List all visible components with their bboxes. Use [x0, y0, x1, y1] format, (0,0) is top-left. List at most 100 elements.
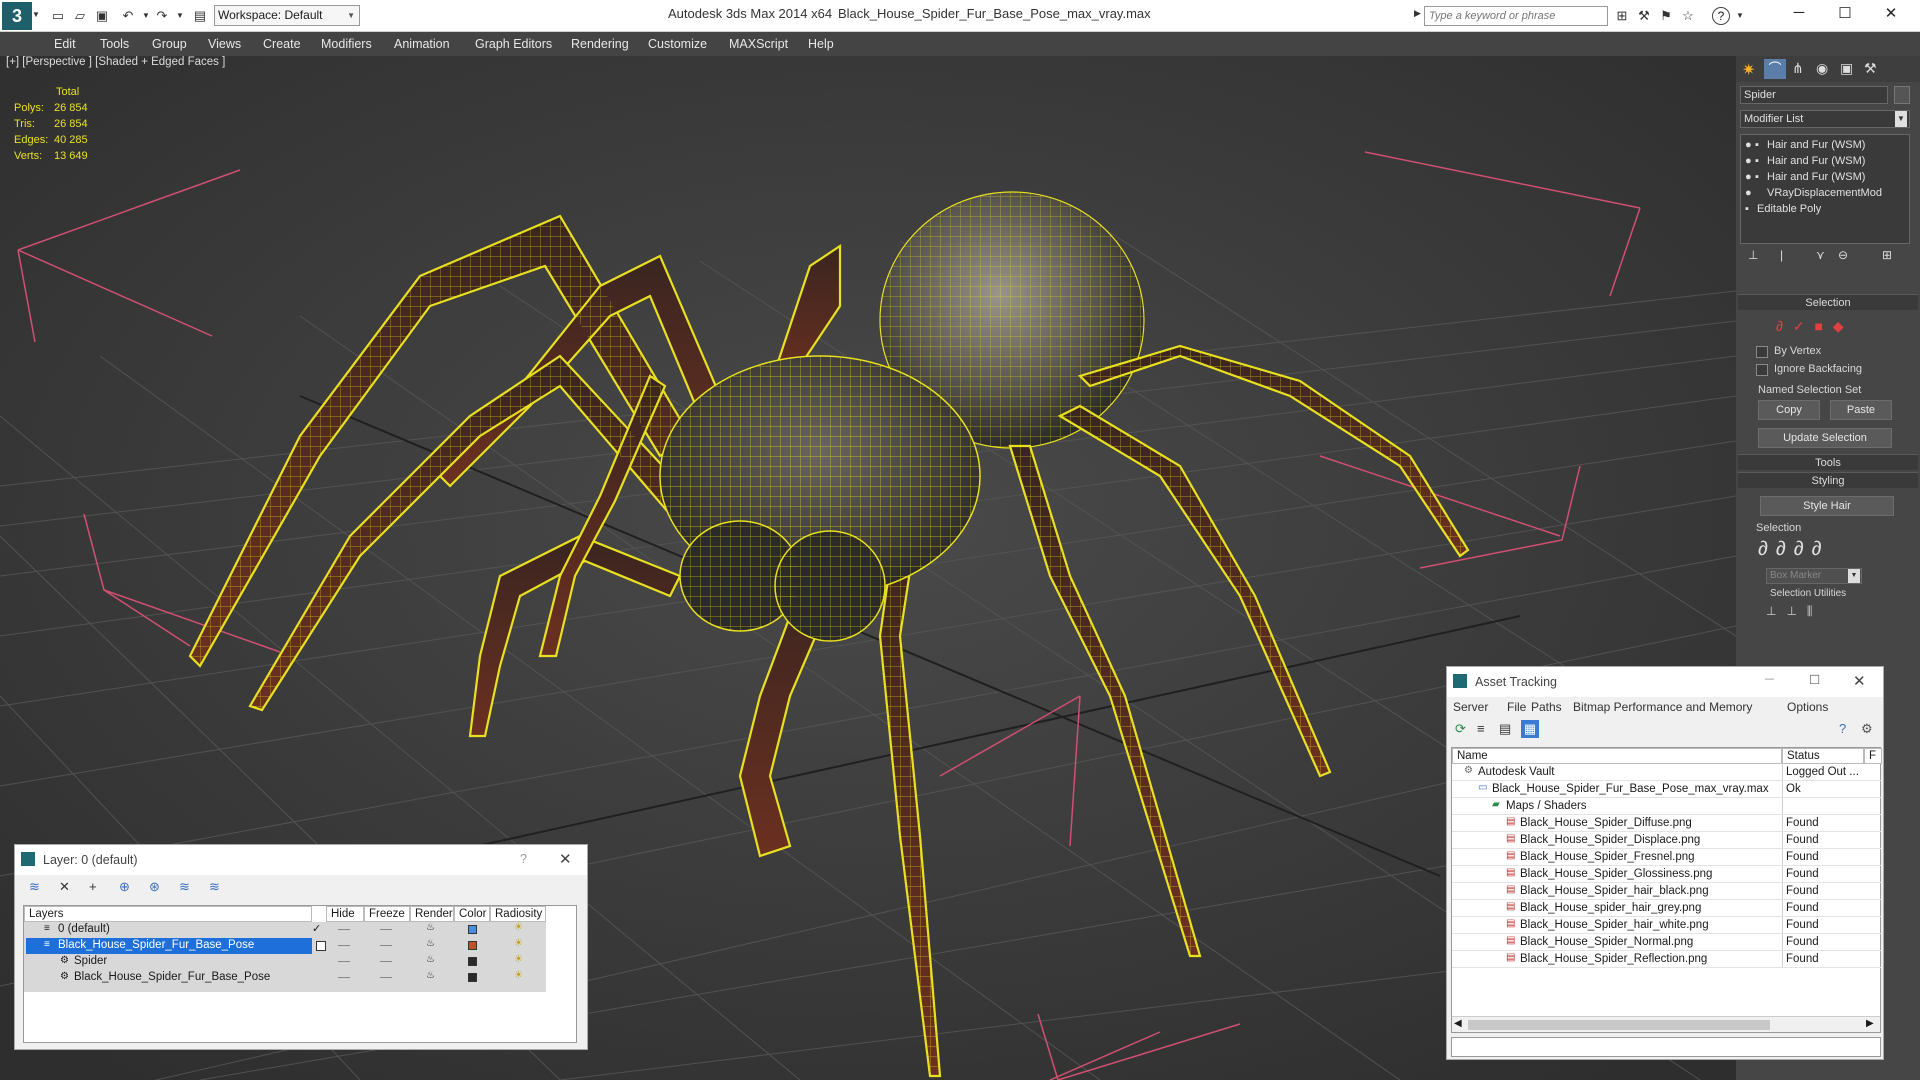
redo-icon[interactable]: ↷: [154, 8, 170, 24]
column-header-radiosity[interactable]: Radiosity: [490, 906, 546, 922]
menu-maxscript[interactable]: MAXScript: [729, 37, 788, 51]
make-unique-icon[interactable]: ⋎: [1816, 248, 1825, 262]
configure-sets-icon[interactable]: ⊞: [1882, 248, 1892, 262]
workspace-select[interactable]: Workspace: Default ▼: [214, 5, 360, 26]
column-header-status[interactable]: Status: [1782, 748, 1864, 764]
object-name-input[interactable]: [1740, 86, 1888, 104]
horizontal-scrollbar[interactable]: ◀ ▶: [1452, 1016, 1880, 1032]
asset-menu-bitmap[interactable]: Bitmap Performance and Memory: [1573, 700, 1752, 714]
hide-all-layers-icon[interactable]: ≋: [179, 879, 190, 895]
open-file-icon[interactable]: ▱: [72, 8, 88, 24]
modifier-stack-item[interactable]: ● VRayDisplacementMod: [1745, 187, 1882, 199]
rotate-selection-icon[interactable]: ⊥: [1786, 604, 1806, 618]
workspace-dropdown-button[interactable]: [344, 5, 360, 26]
menu-customize[interactable]: Customize: [648, 37, 707, 51]
freeze-toggle[interactable]: [380, 945, 392, 946]
expand-selection-icon[interactable]: ⫼: [1807, 604, 1823, 618]
menu-help[interactable]: Help: [808, 37, 834, 51]
object-color-swatch[interactable]: [1894, 86, 1910, 104]
create-layer-icon[interactable]: ≋: [29, 879, 40, 895]
style-hair-button[interactable]: Style Hair: [1760, 496, 1894, 516]
layer-color-swatch[interactable]: [468, 973, 477, 982]
asset-dialog-titlebar[interactable]: Asset Tracking ─ ☐ ✕: [1447, 667, 1883, 697]
invert-selection-icon[interactable]: ⊥: [1766, 604, 1786, 618]
subscription-icon[interactable]: ⚒: [1636, 8, 1652, 24]
help-icon[interactable]: ?: [520, 852, 527, 866]
hair-root-icon[interactable]: ◆: [1833, 318, 1844, 334]
refresh-icon[interactable]: ⟳: [1455, 721, 1466, 737]
radiosity-icon[interactable]: ☀: [514, 970, 523, 981]
hide-toggle[interactable]: [338, 977, 350, 978]
modifier-stack-item[interactable]: ● ▪ Hair and Fur (WSM): [1745, 155, 1865, 167]
table-row[interactable]: ▭ Black_House_Spider_Fur_Base_Pose_max_vr…: [1452, 781, 1882, 798]
help-icon[interactable]: ?: [1839, 721, 1846, 736]
table-row[interactable]: ▤ Black_House_Spider_Reflection.png Found: [1452, 951, 1882, 968]
tools-rollout-title[interactable]: Tools: [1738, 454, 1918, 470]
layer-color-swatch[interactable]: [468, 925, 477, 934]
table-row[interactable]: ▤ Black_House_Spider_hair_black.png Found: [1452, 883, 1882, 900]
scroll-thumb[interactable]: [1468, 1020, 1770, 1030]
menu-modifiers[interactable]: Modifiers: [321, 37, 372, 51]
layer-color-swatch[interactable]: [468, 957, 477, 966]
hair-strand-icon[interactable]: ■: [1814, 318, 1822, 334]
selection-rollout-title[interactable]: Selection: [1738, 294, 1918, 310]
table-row[interactable]: ⚙ Autodesk Vault Logged Out ...: [1452, 764, 1882, 781]
modifier-list-dropdown[interactable]: Modifier List ▼: [1740, 110, 1910, 128]
help-icon[interactable]: ?: [1712, 7, 1730, 25]
select-guide-vertices-icon[interactable]: ∂: [1794, 538, 1812, 560]
modify-tab-icon[interactable]: ⌒: [1764, 59, 1786, 79]
ignore-backfacing-checkbox[interactable]: [1756, 364, 1768, 376]
column-header-full-path[interactable]: F: [1864, 748, 1882, 764]
asset-menu-options[interactable]: Options: [1787, 700, 1828, 714]
table-row[interactable]: ▤ Black_House_Spider_Glossiness.png Found: [1452, 866, 1882, 883]
detail-view-icon[interactable]: ▤: [1499, 721, 1511, 737]
table-row[interactable]: ▤ Black_House_Spider_Normal.png Found: [1452, 934, 1882, 951]
communication-icon[interactable]: ⚑: [1658, 8, 1674, 24]
column-header-hide[interactable]: Hide: [326, 906, 364, 922]
hide-toggle[interactable]: [338, 945, 350, 946]
radiosity-icon[interactable]: ☀: [514, 938, 523, 949]
asset-menu-paths[interactable]: Paths: [1531, 700, 1562, 714]
expand-icon[interactable]: ▪: [1755, 155, 1767, 167]
select-by-root-icon[interactable]: ∂: [1812, 538, 1830, 560]
paste-button[interactable]: Paste: [1830, 400, 1892, 420]
table-row[interactable]: ⚙ Black_House_Spider_Fur_Base_Pose ♨ ☀: [24, 970, 546, 986]
copy-button[interactable]: Copy: [1758, 400, 1820, 420]
box-marker-dropdown[interactable]: Box Marker ▼: [1766, 568, 1862, 584]
project-folder-icon[interactable]: ▤: [192, 8, 208, 24]
expand-icon[interactable]: ▪: [1755, 139, 1767, 151]
layer-color-swatch[interactable]: [468, 941, 477, 950]
hair-guide-icon[interactable]: ∂: [1776, 318, 1783, 334]
viewport-label[interactable]: [+] [Perspective ] [Shaded + Edged Faces…: [6, 56, 225, 68]
select-whole-guide-icon[interactable]: ∂: [1776, 538, 1794, 560]
close-icon[interactable]: ✕: [1880, 4, 1902, 26]
save-file-icon[interactable]: ▣: [94, 8, 110, 24]
menu-rendering[interactable]: Rendering: [571, 37, 629, 51]
render-teapot-icon[interactable]: ♨: [426, 938, 435, 949]
add-to-layer-icon[interactable]: +: [89, 879, 97, 894]
minimize-icon[interactable]: ─: [1788, 4, 1810, 26]
close-icon[interactable]: ✕: [559, 850, 572, 868]
expand-icon[interactable]: ▪: [1755, 171, 1767, 183]
undo-icon[interactable]: ↶: [120, 8, 136, 24]
asset-path-field[interactable]: [1451, 1037, 1881, 1057]
freeze-toggle[interactable]: [380, 977, 392, 978]
freeze-toggle[interactable]: [380, 929, 392, 930]
undo-dropdown-icon[interactable]: ▼: [138, 8, 154, 24]
modifier-stack-item[interactable]: ● ▪ Hair and Fur (WSM): [1745, 139, 1865, 151]
by-vertex-checkbox[interactable]: [1756, 346, 1768, 358]
menu-create[interactable]: Create: [263, 37, 301, 51]
render-teapot-icon[interactable]: ♨: [426, 970, 435, 981]
app-logo-icon[interactable]: 3: [2, 2, 32, 30]
table-row[interactable]: ▤ Black_House_Spider_Fresnel.png Found: [1452, 849, 1882, 866]
menu-views[interactable]: Views: [208, 37, 241, 51]
column-header-name[interactable]: Name: [1452, 748, 1782, 764]
favorites-star-icon[interactable]: ☆: [1680, 8, 1696, 24]
pin-stack-icon[interactable]: ⊥: [1748, 248, 1758, 262]
table-view-icon[interactable]: ▦: [1521, 720, 1539, 738]
menu-edit[interactable]: Edit: [54, 37, 76, 51]
table-row[interactable]: ▤ Black_House_Spider_hair_white.png Found: [1452, 917, 1882, 934]
maximize-icon[interactable]: ☐: [1834, 4, 1856, 26]
help-dropdown-icon[interactable]: ▼: [1736, 11, 1744, 20]
delete-layer-icon[interactable]: ✕: [59, 879, 70, 895]
